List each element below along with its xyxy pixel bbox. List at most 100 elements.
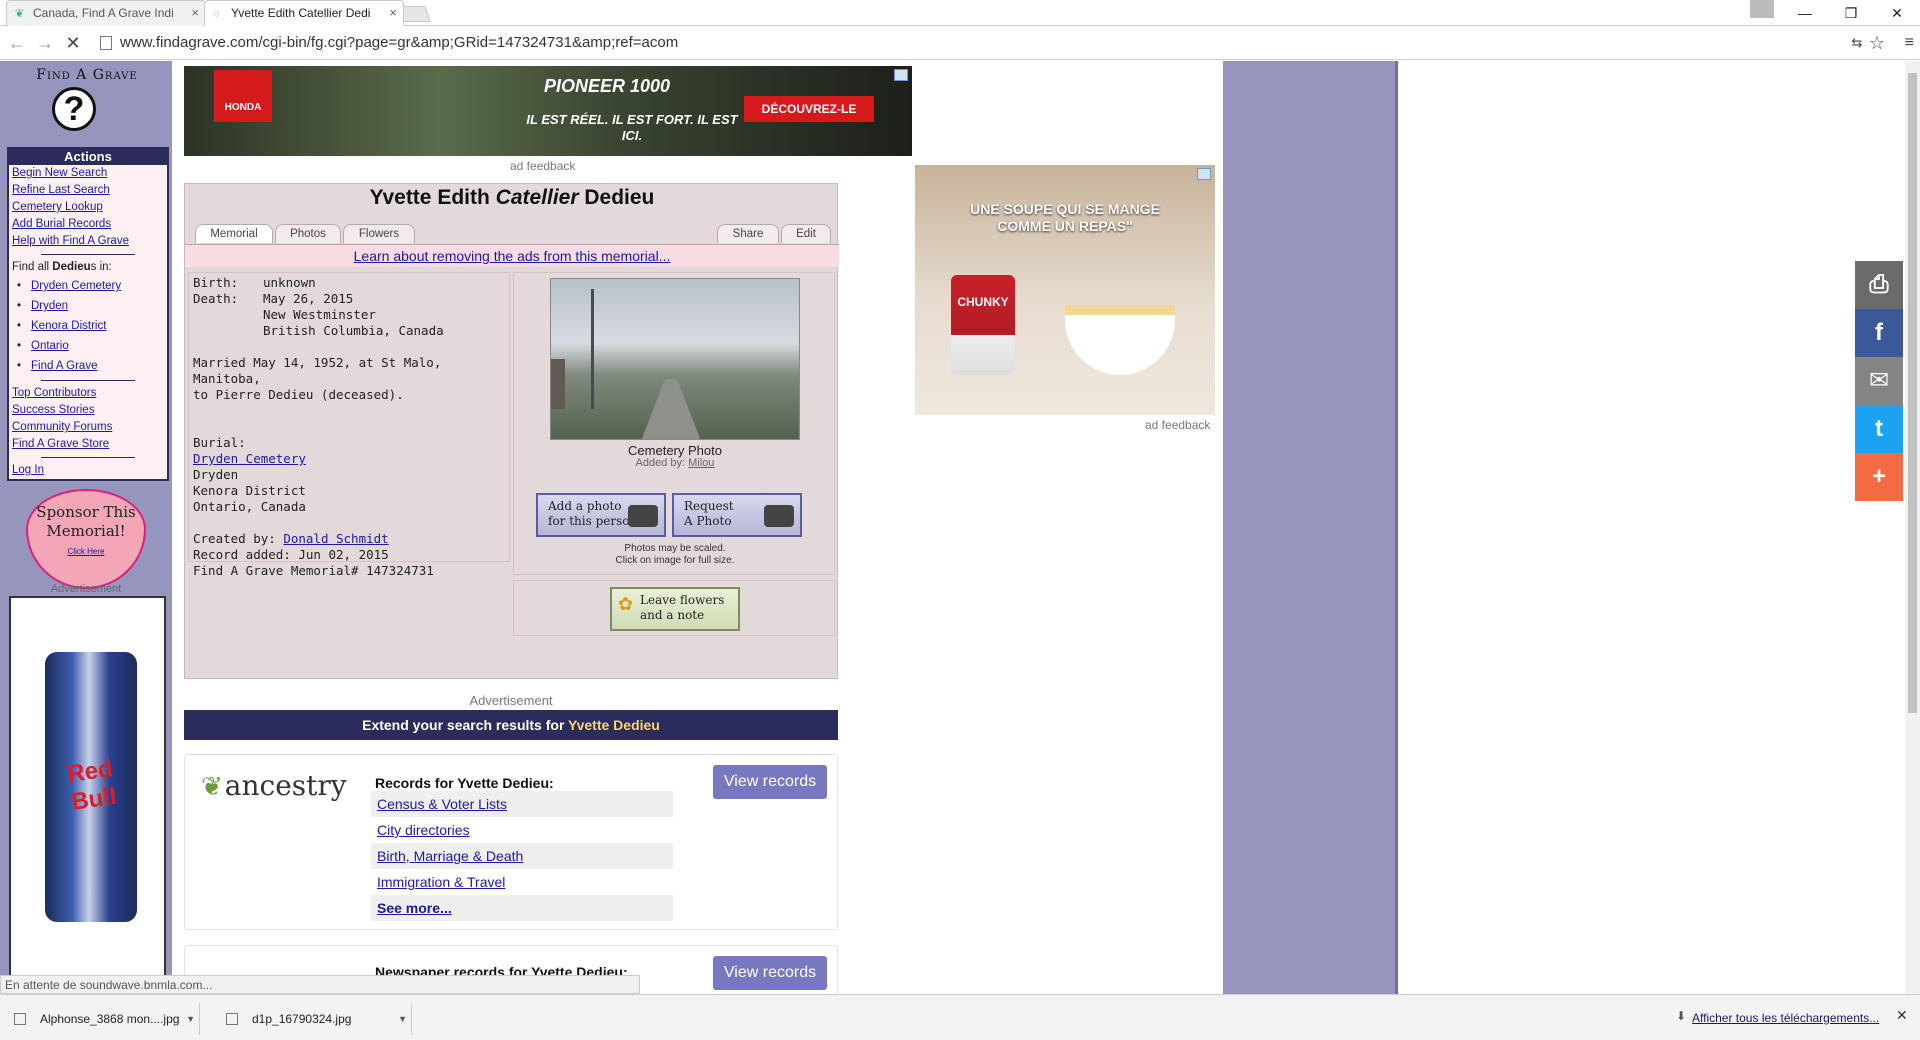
- question-mark-logo-icon[interactable]: ?: [52, 87, 96, 131]
- photo-pillar: [551, 359, 565, 409]
- photo-contributor-link[interactable]: Milou: [688, 457, 714, 469]
- sponsor-memorial-button[interactable]: Sponsor This Memorial! Click Here: [26, 489, 146, 589]
- chevron-down-icon[interactable]: ▼: [186, 1003, 195, 1035]
- close-icon[interactable]: ✕: [1896, 1007, 1908, 1024]
- add-photo-button[interactable]: Add a photo for this person: [536, 493, 666, 537]
- help-link[interactable]: Help with Find A Grave: [9, 233, 167, 250]
- records-title: Records for Yvette Dedieu:: [375, 775, 554, 791]
- close-icon[interactable]: ×: [191, 1, 199, 25]
- cemetery-lookup-link[interactable]: Cemetery Lookup: [9, 199, 167, 216]
- sponsor-click-link[interactable]: Click Here: [26, 547, 146, 556]
- twitter-icon[interactable]: t: [1855, 405, 1903, 453]
- side-advertisement[interactable]: Red Bull: [9, 596, 166, 994]
- soup-bowl-image: [1065, 305, 1175, 375]
- store-link[interactable]: Find A Grave Store: [9, 436, 167, 453]
- print-icon[interactable]: ⎙: [1855, 261, 1903, 309]
- translate-icon[interactable]: ⇆: [1846, 32, 1868, 54]
- leave-flowers-button[interactable]: ✿ Leave flowers and a note: [610, 587, 740, 631]
- see-more-link[interactable]: See more...: [371, 895, 673, 921]
- top-ad-cta-button[interactable]: DÉCOUVREZ-LE: [744, 96, 874, 122]
- adchoices-icon[interactable]: [894, 69, 908, 81]
- refine-last-search-link[interactable]: Refine Last Search: [9, 182, 167, 199]
- download-arrow-icon: ⬇: [1676, 1009, 1687, 1023]
- flowers-panel: ✿ Leave flowers and a note: [513, 580, 835, 636]
- bookmark-star-icon[interactable]: ☆: [1866, 32, 1888, 54]
- vertical-scrollbar[interactable]: [1905, 61, 1920, 994]
- close-icon[interactable]: ×: [389, 1, 397, 25]
- right-background-column: [1223, 61, 1398, 994]
- view-records-button[interactable]: View records: [713, 765, 827, 799]
- find-all-link-ontario[interactable]: Ontario: [9, 336, 167, 356]
- find-a-grave-logo[interactable]: Find A Grave: [10, 67, 164, 83]
- created-by-link[interactable]: Donald Schmidt: [283, 531, 388, 546]
- tab-memorial[interactable]: Memorial: [195, 224, 273, 243]
- profile-icon[interactable]: [1750, 0, 1774, 18]
- find-all-link-dryden-cemetery[interactable]: Dryden Cemetery: [9, 276, 167, 296]
- top-ad-feedback-link[interactable]: ad feedback: [510, 159, 575, 173]
- ancestry-logo[interactable]: ❦ancestry: [201, 769, 347, 802]
- begin-new-search-link[interactable]: Begin New Search: [9, 165, 167, 182]
- tab-flowers[interactable]: Flowers: [343, 224, 415, 243]
- browser-tab-findagrave-index[interactable]: ❦ Canada, Find A Grave Indi ×: [6, 0, 206, 26]
- adchoices-icon[interactable]: [1197, 168, 1211, 180]
- email-icon[interactable]: ✉: [1855, 357, 1903, 405]
- edit-tab[interactable]: Edit: [781, 224, 831, 243]
- memorial-title: Yvette Edith Catellier Dedieu: [369, 186, 655, 209]
- close-window-button[interactable]: ✕: [1874, 0, 1920, 26]
- remove-ads-link[interactable]: Learn about removing the ads from this m…: [354, 248, 671, 264]
- back-icon[interactable]: ←: [6, 32, 28, 54]
- community-forums-link[interactable]: Community Forums: [9, 419, 167, 436]
- log-in-link[interactable]: Log In: [9, 462, 167, 479]
- scrollbar-thumb[interactable]: [1908, 73, 1917, 713]
- tab-photos[interactable]: Photos: [275, 224, 341, 243]
- left-sidebar: Find A Grave ? Actions Begin New Search …: [0, 61, 172, 994]
- burial-cemetery-link[interactable]: Dryden Cemetery: [193, 451, 306, 466]
- top-ad-tagline: IL EST RÉEL. IL EST FORT. IL EST ICI.: [526, 112, 738, 143]
- camera-icon: [628, 505, 658, 527]
- mid-ad-label: Advertisement: [469, 693, 553, 708]
- file-icon: [226, 1013, 238, 1025]
- find-all-link-find-a-grave[interactable]: Find A Grave: [9, 356, 167, 376]
- top-contributors-link[interactable]: Top Contributors: [9, 385, 167, 402]
- right-advertisement[interactable]: UNE SOUPE QUI SE MANGE COMME UN REPAS" C…: [915, 165, 1215, 415]
- photo-panel: Cemetery Photo Added by: Milou Add a pho…: [513, 272, 835, 575]
- loading-spinner-icon: ◌: [213, 8, 220, 20]
- browser-tab-memorial[interactable]: ◌ Yvette Edith Catellier Dedi ×: [204, 0, 404, 26]
- actions-panel: Actions Begin New Search Refine Last Sea…: [7, 147, 169, 481]
- ancestry-leaf-icon: ❦: [15, 8, 25, 20]
- restore-button[interactable]: ❐: [1828, 0, 1874, 26]
- cemetery-photo[interactable]: [550, 278, 800, 440]
- stop-icon[interactable]: ✕: [62, 32, 84, 54]
- download-item[interactable]: Alphonse_3868 mon....jpg ▼: [0, 1003, 200, 1035]
- page-viewport: Find A Grave ? Actions Begin New Search …: [0, 61, 1905, 994]
- top-banner-ad[interactable]: HONDA PIONEER 1000 IL EST RÉEL. IL EST F…: [184, 66, 912, 156]
- add-burial-records-link[interactable]: Add Burial Records: [9, 216, 167, 233]
- minimize-button[interactable]: —: [1782, 0, 1828, 26]
- menu-icon[interactable]: ≡: [1905, 34, 1914, 52]
- photo-added-by: Added by: Milou: [635, 457, 715, 469]
- right-ad-feedback-link[interactable]: ad feedback: [1145, 418, 1210, 432]
- photo-note-2: Click on image for full size.: [615, 555, 735, 566]
- birth-marriage-death-link[interactable]: Birth, Marriage & Death: [371, 843, 673, 869]
- immigration-travel-link[interactable]: Immigration & Travel: [371, 869, 673, 895]
- burial-province: Ontario, Canada: [193, 499, 306, 514]
- request-photo-button[interactable]: Request A Photo: [672, 493, 802, 537]
- facebook-icon[interactable]: f: [1855, 309, 1903, 357]
- death-label: Death:: [193, 291, 239, 306]
- find-all-link-kenora-district[interactable]: Kenora District: [9, 316, 167, 336]
- city-directories-link[interactable]: City directories: [371, 817, 673, 843]
- leave-flowers-label-2: and a note: [640, 608, 705, 622]
- find-all-link-dryden[interactable]: Dryden: [9, 296, 167, 316]
- flower-icon: ✿: [618, 594, 634, 615]
- show-all-downloads-link[interactable]: Afficher tous les téléchargements...: [1692, 1011, 1879, 1025]
- download-item[interactable]: d1p_16790324.jpg ▼: [212, 1003, 412, 1035]
- census-voter-lists-link[interactable]: Census & Voter Lists: [371, 791, 673, 817]
- view-newspaper-records-button[interactable]: View records: [713, 956, 827, 990]
- success-stories-link[interactable]: Success Stories: [9, 402, 167, 419]
- address-bar[interactable]: www.findagrave.com/cgi-bin/fg.cgi?page=g…: [96, 30, 1886, 56]
- forward-icon[interactable]: →: [34, 32, 56, 54]
- chevron-down-icon[interactable]: ▼: [398, 1003, 407, 1035]
- sponsor-text: Sponsor This Memorial!: [36, 503, 136, 540]
- share-tab[interactable]: Share: [717, 224, 779, 243]
- more-icon[interactable]: +: [1855, 453, 1903, 501]
